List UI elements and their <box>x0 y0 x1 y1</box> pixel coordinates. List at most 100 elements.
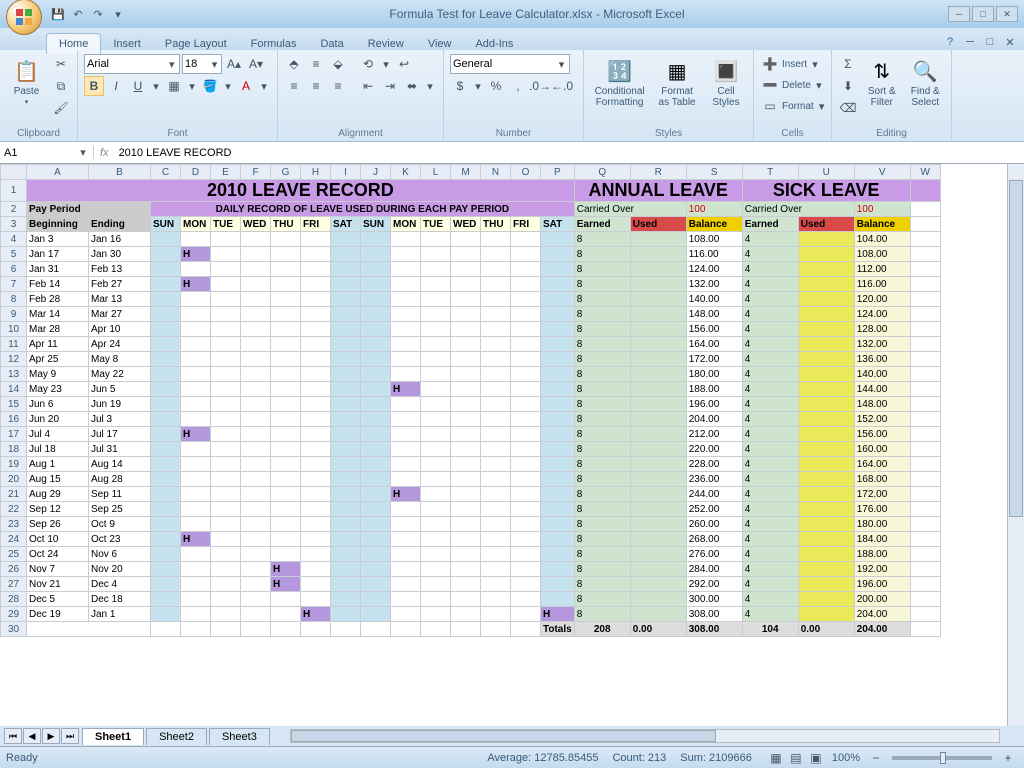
cell[interactable]: Dec 4 <box>89 577 151 592</box>
day-cell[interactable] <box>421 352 451 367</box>
sick-balance[interactable]: 200.00 <box>854 592 910 607</box>
annual-used[interactable] <box>630 607 686 622</box>
annual-earned[interactable]: 8 <box>574 337 630 352</box>
beginning-header[interactable]: Beginning <box>27 217 89 232</box>
day-cell[interactable] <box>151 592 181 607</box>
day-cell[interactable]: H <box>301 607 331 622</box>
sick-earned[interactable]: 4 <box>742 337 798 352</box>
day-cell[interactable] <box>181 487 211 502</box>
sick-used[interactable] <box>798 607 854 622</box>
sick-balance[interactable]: 184.00 <box>854 532 910 547</box>
day-cell[interactable] <box>481 307 511 322</box>
align-middle-icon[interactable]: ≡ <box>306 54 326 74</box>
col-header-F[interactable]: F <box>241 165 271 180</box>
worksheet-area[interactable]: ABCDEFGHIJKLMNOPQRSTUVW12010 LEAVE RECOR… <box>0 164 1024 726</box>
day-cell[interactable] <box>451 292 481 307</box>
cell[interactable]: Dec 18 <box>89 592 151 607</box>
day-cell[interactable] <box>331 322 361 337</box>
col-header-G[interactable]: G <box>271 165 301 180</box>
day-cell[interactable] <box>481 292 511 307</box>
day-cell[interactable] <box>481 517 511 532</box>
day-cell[interactable] <box>451 367 481 382</box>
subtitle[interactable]: DAILY RECORD OF LEAVE USED DURING EACH P… <box>151 202 575 217</box>
day-cell[interactable] <box>331 487 361 502</box>
day-cell[interactable] <box>541 337 575 352</box>
day-cell[interactable] <box>271 322 301 337</box>
cell[interactable]: Jul 31 <box>89 442 151 457</box>
annual-balance[interactable]: 292.00 <box>686 577 742 592</box>
day-cell[interactable] <box>241 532 271 547</box>
day-cell[interactable] <box>211 592 241 607</box>
day-cell[interactable] <box>151 337 181 352</box>
day-cell[interactable] <box>181 367 211 382</box>
total-annual-balance[interactable]: 308.00 <box>686 622 742 637</box>
sick-used[interactable] <box>798 547 854 562</box>
day-cell[interactable] <box>151 607 181 622</box>
sick-used[interactable] <box>798 502 854 517</box>
cell[interactable]: Jun 20 <box>27 412 89 427</box>
day-cell[interactable] <box>331 427 361 442</box>
cell[interactable]: Feb 13 <box>89 262 151 277</box>
day-cell[interactable] <box>541 532 575 547</box>
day-cell[interactable] <box>541 262 575 277</box>
col-header-A[interactable]: A <box>27 165 89 180</box>
day-cell[interactable] <box>301 292 331 307</box>
day-cell[interactable] <box>511 502 541 517</box>
cell[interactable]: Jul 18 <box>27 442 89 457</box>
day-cell[interactable] <box>331 442 361 457</box>
day-cell[interactable] <box>541 277 575 292</box>
align-bottom-icon[interactable]: ⬙ <box>328 54 348 74</box>
sick-used[interactable] <box>798 352 854 367</box>
cell-styles-button[interactable]: 🔳Cell Styles <box>705 54 747 110</box>
day-cell[interactable]: H <box>541 607 575 622</box>
day-cell[interactable] <box>361 382 391 397</box>
annual-balance[interactable]: 260.00 <box>686 517 742 532</box>
sick-earned[interactable]: 4 <box>742 547 798 562</box>
sick-earned[interactable]: 4 <box>742 247 798 262</box>
day-cell[interactable] <box>511 547 541 562</box>
annual-used[interactable] <box>630 247 686 262</box>
day-cell[interactable] <box>481 592 511 607</box>
day-cell[interactable] <box>541 442 575 457</box>
day-cell[interactable] <box>361 352 391 367</box>
sick-balance[interactable]: 120.00 <box>854 292 910 307</box>
day-cell[interactable] <box>481 427 511 442</box>
cell[interactable]: Jan 31 <box>27 262 89 277</box>
day-cell[interactable] <box>241 427 271 442</box>
sick-earned[interactable]: 4 <box>742 427 798 442</box>
day-cell[interactable] <box>331 562 361 577</box>
day-cell[interactable] <box>481 532 511 547</box>
annual-earned[interactable]: 8 <box>574 307 630 322</box>
cell[interactable]: Feb 27 <box>89 277 151 292</box>
day-cell[interactable] <box>151 547 181 562</box>
day-cell[interactable]: H <box>181 277 211 292</box>
col-header-L[interactable]: L <box>421 165 451 180</box>
sheet-title[interactable]: 2010 LEAVE RECORD <box>27 180 575 202</box>
day-cell[interactable] <box>241 307 271 322</box>
sick-balance[interactable]: 176.00 <box>854 502 910 517</box>
day-cell[interactable] <box>301 277 331 292</box>
day-cell[interactable] <box>421 517 451 532</box>
annual-used[interactable] <box>630 367 686 382</box>
day-cell[interactable] <box>481 412 511 427</box>
day-cell[interactable] <box>151 382 181 397</box>
annual-used[interactable] <box>630 277 686 292</box>
day-cell[interactable] <box>361 592 391 607</box>
annual-balance[interactable]: 228.00 <box>686 457 742 472</box>
col-header-C[interactable]: C <box>151 165 181 180</box>
annual-leave-header[interactable]: ANNUAL LEAVE <box>574 180 742 202</box>
day-cell[interactable] <box>391 367 421 382</box>
day-header[interactable]: TUE <box>211 217 241 232</box>
day-cell[interactable] <box>301 322 331 337</box>
sick-used[interactable] <box>798 367 854 382</box>
format-cells-button[interactable]: ▭Format▾ <box>760 96 828 116</box>
day-cell[interactable] <box>391 547 421 562</box>
col-header-N[interactable]: N <box>481 165 511 180</box>
annual-used[interactable] <box>630 307 686 322</box>
day-cell[interactable] <box>541 352 575 367</box>
day-cell[interactable] <box>421 262 451 277</box>
annual-balance-header[interactable]: Balance <box>686 217 742 232</box>
annual-used[interactable] <box>630 412 686 427</box>
day-cell[interactable] <box>421 487 451 502</box>
day-cell[interactable] <box>241 337 271 352</box>
